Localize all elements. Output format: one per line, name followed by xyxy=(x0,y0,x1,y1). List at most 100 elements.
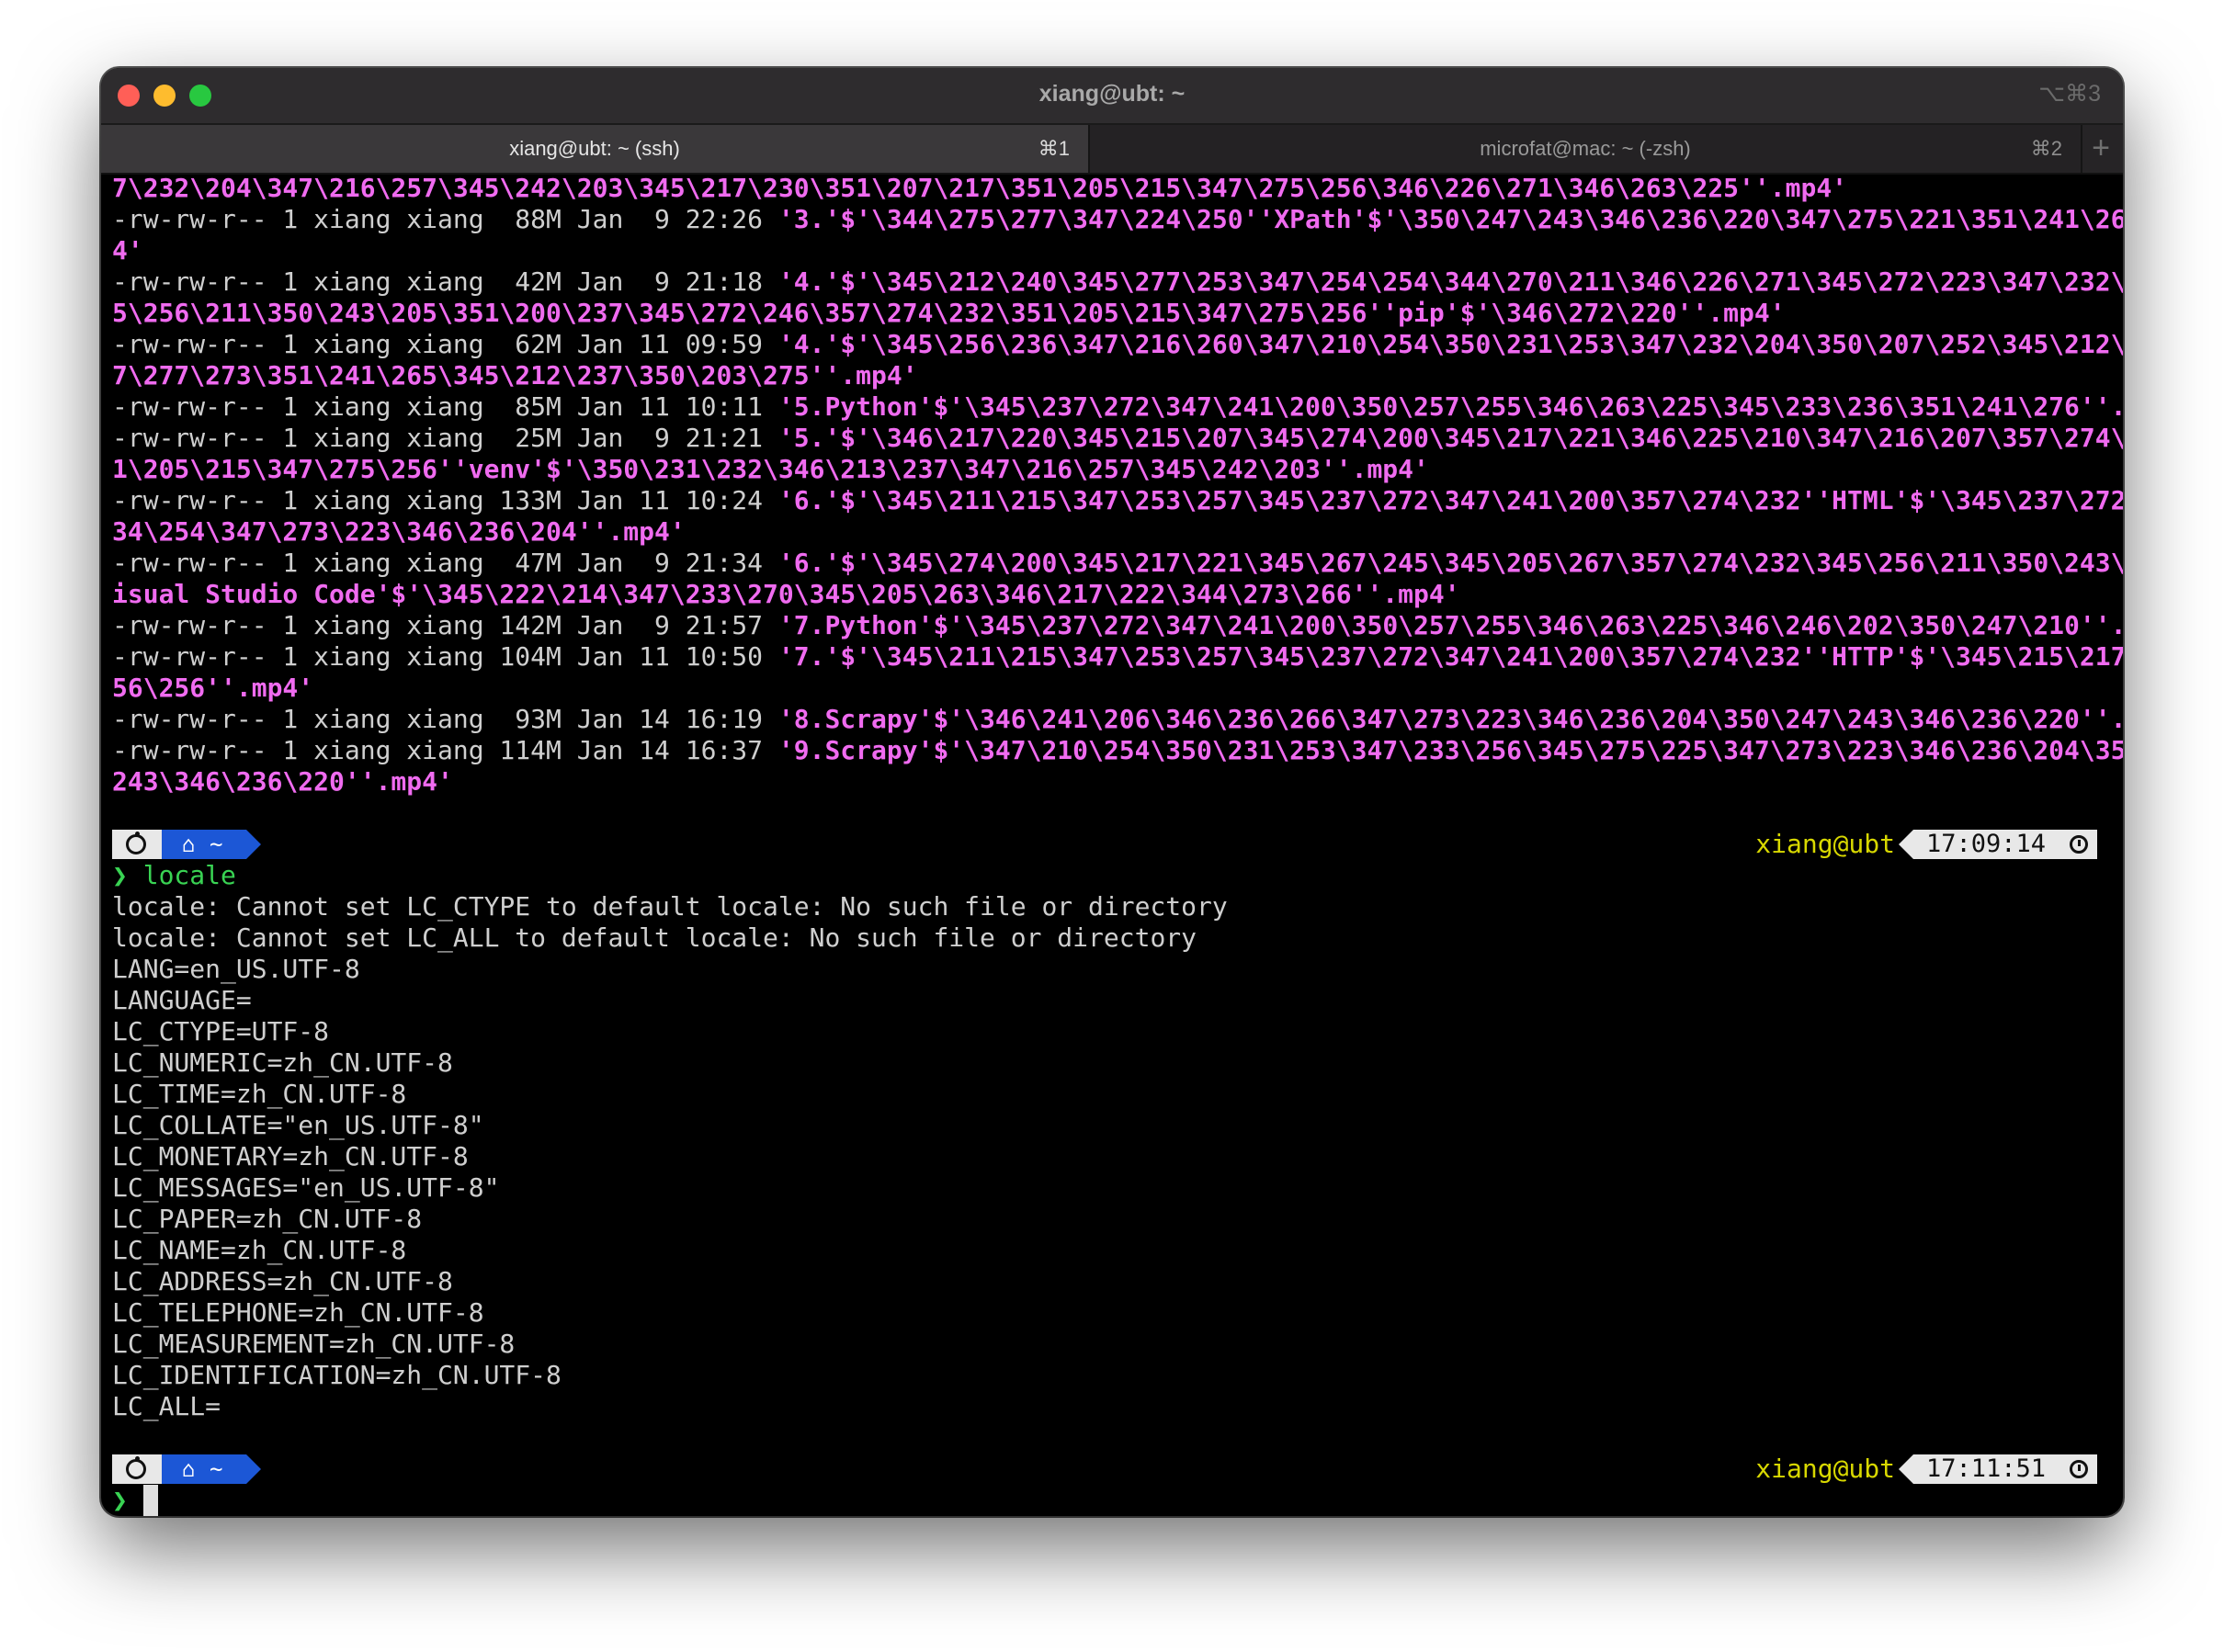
listing-line: 34\254\347\273\223\346\236\204''.mp4' xyxy=(112,516,2116,548)
file-name: '5.Python'$'\345\237\272\347\241\200\350… xyxy=(777,391,2123,422)
listing-line: -rw-rw-r-- 1 xiang xiang 104M Jan 11 10:… xyxy=(112,641,2123,673)
listing-line: -rw-rw-r-- 1 xiang xiang 88M Jan 9 22:26… xyxy=(112,204,2123,235)
ubuntu-icon xyxy=(126,832,146,854)
file-name: '3.'$'\344\275\277\347\224\250''XPath'$'… xyxy=(777,204,2123,234)
listing-line: isual Studio Code'$'\345\222\214\347\233… xyxy=(112,579,2116,610)
command-text: locale xyxy=(142,860,236,890)
file-info: -rw-rw-r-- 1 xiang xiang 47M Jan 9 21:34 xyxy=(112,548,778,578)
file-name: '5.'$'\346\217\220\345\215\207\345\274\2… xyxy=(777,423,2123,453)
prompt-time: 17:11:51 xyxy=(1926,1454,2047,1483)
listing-line: -rw-rw-r-- 1 xiang xiang 133M Jan 11 10:… xyxy=(112,485,2123,516)
os-segment xyxy=(112,830,176,859)
listing-line: 4' xyxy=(112,235,2116,266)
listing-line: -rw-rw-r-- 1 xiang xiang 25M Jan 9 21:21… xyxy=(112,423,2123,454)
file-info: -rw-rw-r-- 1 xiang xiang 114M Jan 14 16:… xyxy=(112,735,778,765)
tab-label: microfat@mac: ~ (-zsh) xyxy=(1480,137,1691,160)
current-directory: ~ xyxy=(210,1456,223,1482)
tab-shortcut: ⌘1 xyxy=(1038,137,1070,160)
file-name: 7\232\204\347\216\257\345\242\203\345\21… xyxy=(112,173,1848,203)
file-name: 7\277\273\351\241\265\345\212\237\350\20… xyxy=(112,360,918,390)
file-name: '7.Python'$'\345\237\272\347\241\200\350… xyxy=(777,610,2123,640)
user-host: xiang@ubt xyxy=(1755,829,1895,859)
current-directory: ~ xyxy=(210,832,223,857)
input-line[interactable]: ❯ xyxy=(112,1485,2116,1516)
file-name: '6.'$'\345\274\200\345\217\221\345\267\2… xyxy=(777,548,2123,578)
listing-line: -rw-rw-r-- 1 xiang xiang 93M Jan 14 16:1… xyxy=(112,704,2123,735)
listing-line: -rw-rw-r-- 1 xiang xiang 47M Jan 9 21:34… xyxy=(112,548,2123,579)
listing-line: 5\256\211\350\243\205\351\200\237\345\27… xyxy=(112,298,2116,329)
file-info: -rw-rw-r-- 1 xiang xiang 142M Jan 9 21:5… xyxy=(112,610,778,640)
file-name: '6.'$'\345\211\215\347\253\257\345\237\2… xyxy=(777,485,2123,515)
home-icon: ⌂ xyxy=(182,1456,196,1482)
listing-line: -rw-rw-r-- 1 xiang xiang 62M Jan 11 09:5… xyxy=(112,329,2123,360)
prompt-chevron: ❯ xyxy=(112,860,128,890)
listing-line: 7\277\273\351\241\265\345\212\237\350\20… xyxy=(112,360,2116,391)
output-line: LC_TELEPHONE=zh_CN.UTF-8 xyxy=(112,1297,484,1328)
prompt-time: 17:09:14 xyxy=(1926,830,2047,858)
listing-line: -rw-rw-r-- 1 xiang xiang 85M Jan 11 10:1… xyxy=(112,391,2123,423)
terminal-window: xiang@ubt: ~ ⌥⌘3 xiang@ubt: ~ (ssh) ⌘1 m… xyxy=(101,68,2123,1516)
file-name: 5\256\211\350\243\205\351\200\237\345\27… xyxy=(112,298,1786,328)
command-line: ❯ locale xyxy=(112,860,2116,891)
locale-output: locale: Cannot set LC_CTYPE to default l… xyxy=(112,891,2116,1422)
tab-bar: xiang@ubt: ~ (ssh) ⌘1 microfat@mac: ~ (-… xyxy=(101,125,2123,175)
terminal-content[interactable]: 7\232\204\347\216\257\345\242\203\345\21… xyxy=(112,173,2123,1516)
output-line: LC_NAME=zh_CN.UTF-8 xyxy=(112,1235,407,1265)
prompt-chevron: ❯ xyxy=(112,1485,128,1515)
listing-line: -rw-rw-r-- 1 xiang xiang 114M Jan 14 16:… xyxy=(112,735,2123,766)
output-line: locale: Cannot set LC_CTYPE to default l… xyxy=(112,891,1228,922)
file-name: 243\346\236\220''.mp4' xyxy=(112,766,453,797)
title-bar[interactable]: xiang@ubt: ~ ⌥⌘3 xyxy=(101,68,2123,125)
output-line: LANGUAGE= xyxy=(112,985,252,1015)
file-info: -rw-rw-r-- 1 xiang xiang 62M Jan 11 09:5… xyxy=(112,329,778,359)
file-name: '4.'$'\345\256\236\347\216\260\347\210\2… xyxy=(777,329,2123,359)
file-name: 56\256''.mp4' xyxy=(112,673,314,703)
file-info: -rw-rw-r-- 1 xiang xiang 42M Jan 9 21:18 xyxy=(112,266,778,297)
window-title: xiang@ubt: ~ xyxy=(1038,81,1186,107)
text-cursor xyxy=(142,1485,158,1516)
file-name: 34\254\347\273\223\346\236\204''.mp4' xyxy=(112,516,686,547)
prompt-bar: ⌂ ~ xiang@ubt 17:11:51 xyxy=(112,1454,2116,1485)
output-line: LC_CTYPE=UTF-8 xyxy=(112,1016,330,1047)
file-info: -rw-rw-r-- 1 xiang xiang 133M Jan 11 10:… xyxy=(112,485,778,515)
listing-line: 56\256''.mp4' xyxy=(112,673,2116,704)
window-shortcut: ⌥⌘3 xyxy=(2038,81,2101,107)
file-name: 4' xyxy=(112,235,143,266)
directory-segment: ⌂ ~ xyxy=(162,1454,261,1484)
home-icon: ⌂ xyxy=(182,832,196,857)
file-name: '8.Scrapy'$'\346\241\206\346\236\266\347… xyxy=(777,704,2123,734)
tab-zsh[interactable]: microfat@mac: ~ (-zsh) ⌘2 xyxy=(1090,125,2082,173)
output-line: LC_NUMERIC=zh_CN.UTF-8 xyxy=(112,1047,453,1078)
tab-shortcut: ⌘2 xyxy=(2030,137,2062,160)
file-info: -rw-rw-r-- 1 xiang xiang 104M Jan 11 10:… xyxy=(112,641,778,672)
output-line: LC_ALL= xyxy=(112,1391,221,1421)
tab-ssh[interactable]: xiang@ubt: ~ (ssh) ⌘1 xyxy=(101,125,1090,173)
prompt-bar: ⌂ ~ xiang@ubt 17:09:14 xyxy=(112,829,2116,860)
output-line: LC_COLLATE="en_US.UTF-8" xyxy=(112,1110,484,1140)
directory-segment: ⌂ ~ xyxy=(162,830,261,859)
file-info: -rw-rw-r-- 1 xiang xiang 25M Jan 9 21:21 xyxy=(112,423,778,453)
output-line: LC_MONETARY=zh_CN.UTF-8 xyxy=(112,1141,469,1171)
file-name: '4.'$'\345\212\240\345\277\253\347\254\2… xyxy=(777,266,2123,297)
listing-line: -rw-rw-r-- 1 xiang xiang 142M Jan 9 21:5… xyxy=(112,610,2123,641)
file-name: '9.Scrapy'$'\347\210\254\350\231\253\347… xyxy=(777,735,2123,765)
output-line: LC_MEASUREMENT=zh_CN.UTF-8 xyxy=(112,1329,516,1359)
output-line: LC_ADDRESS=zh_CN.UTF-8 xyxy=(112,1266,453,1296)
file-info: -rw-rw-r-- 1 xiang xiang 93M Jan 14 16:1… xyxy=(112,704,778,734)
user-host: xiang@ubt xyxy=(1755,1454,1895,1484)
listing-line: -rw-rw-r-- 1 xiang xiang 42M Jan 9 21:18… xyxy=(112,266,2123,298)
listing-line: 1\205\215\347\275\256''venv'$'\350\231\2… xyxy=(112,454,2116,485)
output-line: LANG=en_US.UTF-8 xyxy=(112,954,360,984)
output-line: LC_TIME=zh_CN.UTF-8 xyxy=(112,1079,407,1109)
os-segment xyxy=(112,1454,176,1484)
output-line: LC_MESSAGES="en_US.UTF-8" xyxy=(112,1172,500,1203)
ubuntu-icon xyxy=(126,1456,146,1479)
listing-line: 7\232\204\347\216\257\345\242\203\345\21… xyxy=(112,173,2116,204)
time-segment: 17:09:14 xyxy=(1899,830,2097,859)
file-name: isual Studio Code'$'\345\222\214\347\233… xyxy=(112,579,1460,609)
plus-icon[interactable]: + xyxy=(2088,130,2114,166)
clock-icon xyxy=(2070,1460,2088,1478)
output-line: LC_PAPER=zh_CN.UTF-8 xyxy=(112,1204,423,1234)
